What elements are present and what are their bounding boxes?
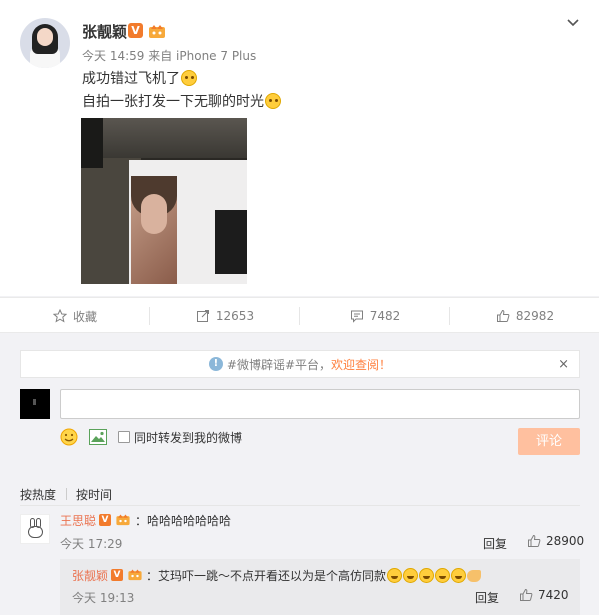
submit-comment-button[interactable]: 评论	[518, 428, 580, 455]
favorite-label: 收藏	[72, 309, 97, 324]
laugh-emoji-icon	[387, 568, 403, 583]
laugh-emoji-icon	[419, 568, 435, 583]
laugh-emoji-icon	[403, 568, 419, 583]
repost-checkbox-label[interactable]: 同时转发到我的微博	[134, 429, 242, 446]
laugh-emoji-icon	[451, 568, 467, 583]
emoji-picker-icon[interactable]	[60, 428, 78, 446]
comment-count: 7482	[369, 309, 401, 323]
comment-like-button[interactable]: 28900	[527, 534, 584, 548]
weibo-post: 张靓颖 V 今天 14:59 来自 iPhone 7 Plus 成功错过飞机了 …	[0, 0, 599, 296]
close-icon[interactable]: ×	[558, 357, 569, 372]
poster-username[interactable]: 张靓颖	[82, 21, 127, 42]
post-action-bar: 收藏 12653 7482 82982	[0, 297, 599, 333]
vip-crown-icon[interactable]	[148, 22, 166, 39]
reply-button[interactable]: 回复	[475, 589, 499, 606]
sort-divider	[66, 488, 67, 500]
repost-icon	[196, 310, 209, 322]
thumbs-up-icon	[496, 309, 510, 322]
repost-checkbox[interactable]	[118, 431, 130, 443]
repost-button[interactable]: 12653	[150, 298, 300, 334]
commenter-name[interactable]: 王思聪	[60, 512, 96, 529]
vip-crown-icon[interactable]	[127, 567, 143, 581]
sort-underline	[20, 505, 580, 506]
post-line-2: 自拍一张打发一下无聊的时光	[82, 94, 264, 110]
smirk-emoji-icon	[181, 70, 197, 86]
vip-crown-icon[interactable]	[115, 512, 131, 526]
star-icon	[52, 309, 67, 323]
verified-badge-icon[interactable]: V	[128, 23, 143, 38]
favorite-button[interactable]: 收藏	[0, 298, 150, 334]
reply-text: ：艾玛吓一跳～不点开看还以为是个高仿同款	[146, 567, 482, 584]
reply-button[interactable]: 回复	[483, 535, 507, 552]
sort-by-time[interactable]: 按时间	[76, 486, 112, 503]
laugh-emoji-icon	[435, 568, 451, 583]
comment-time: 今天 17:29	[60, 537, 123, 551]
post-content: 成功错过飞机了 自拍一张打发一下无聊的时光	[82, 68, 281, 114]
commenter-avatar[interactable]	[20, 514, 50, 544]
rumor-notice-banner: ! #微博辟谣#平台， 欢迎查阅！ ×	[20, 350, 580, 378]
pointing-hand-icon	[467, 570, 482, 582]
comment-like-count: 28900	[546, 534, 585, 548]
chevron-down-icon[interactable]	[566, 16, 580, 30]
reply-author-name[interactable]: 张靓颖	[72, 567, 108, 584]
notice-welcome[interactable]: 欢迎查阅！	[331, 356, 391, 373]
comment-icon	[350, 310, 363, 323]
comment-text: ：哈哈哈哈哈哈哈	[135, 514, 232, 528]
sort-by-hot[interactable]: 按热度	[20, 486, 56, 503]
post-time[interactable]: 今天 14:59	[82, 49, 144, 63]
image-upload-icon[interactable]	[89, 429, 107, 445]
grin-emoji-icon	[265, 93, 281, 109]
post-meta: 今天 14:59 来自 iPhone 7 Plus	[82, 47, 256, 64]
comment-input[interactable]	[60, 389, 580, 419]
like-count: 82982	[515, 309, 555, 323]
verified-badge-icon[interactable]: V	[111, 569, 123, 581]
notice-link[interactable]: #微博辟谣#平台，	[227, 356, 331, 373]
thumbs-up-icon	[520, 588, 533, 601]
post-source[interactable]: 来自 iPhone 7 Plus	[148, 49, 256, 63]
reply-time: 今天 19:13	[72, 591, 135, 605]
comment-button[interactable]: 7482	[300, 298, 450, 334]
reply-like-count: 7420	[538, 588, 569, 602]
poster-avatar[interactable]	[20, 18, 70, 68]
reply-like-button[interactable]: 7420	[519, 588, 569, 602]
like-button[interactable]: 82982	[450, 298, 599, 334]
reply-text-content: ：艾玛吓一跳～不点开看还以为是个高仿同款	[146, 569, 387, 583]
post-line-1: 成功错过飞机了	[82, 71, 180, 87]
info-icon: !	[208, 357, 223, 371]
repost-count: 12653	[215, 309, 255, 323]
current-user-avatar[interactable]	[20, 389, 50, 419]
post-photo[interactable]	[81, 118, 247, 284]
verified-badge-icon[interactable]: V	[99, 514, 111, 526]
thumbs-up-icon	[528, 534, 541, 547]
